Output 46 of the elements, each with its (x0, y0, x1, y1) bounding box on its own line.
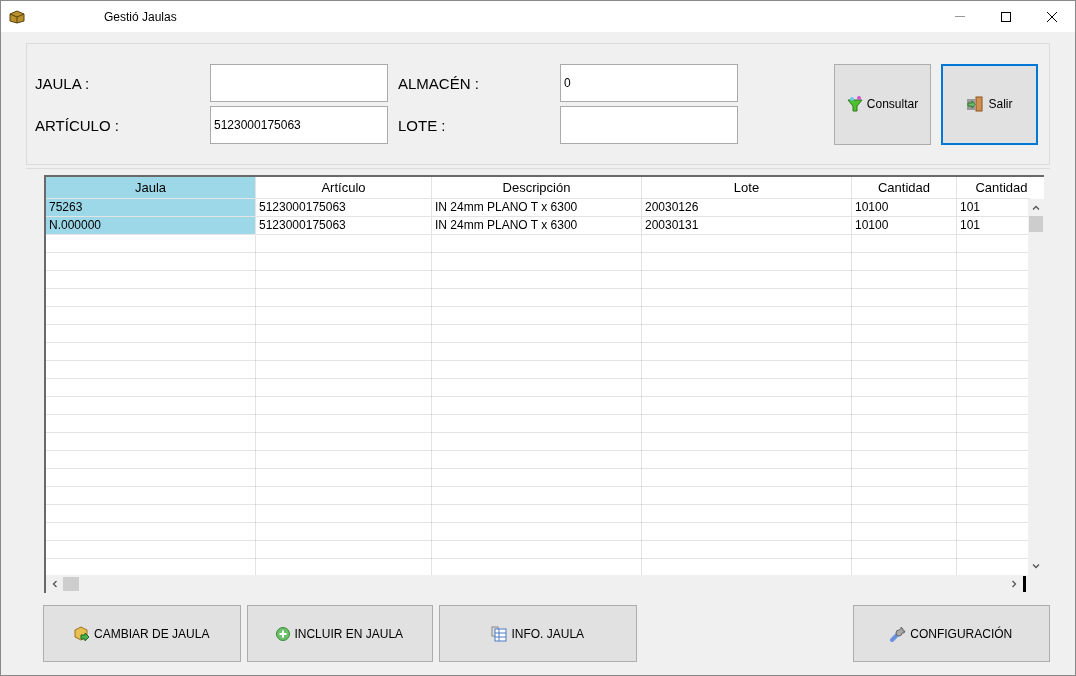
box-icon (9, 9, 25, 24)
scroll-left-icon[interactable] (52, 580, 57, 588)
scroll-right-icon[interactable] (1012, 580, 1017, 588)
wrench-icon (890, 625, 907, 642)
action-button[interactable]: INCLUIR EN JAULA (246, 605, 433, 662)
input-field[interactable] (210, 64, 388, 102)
action-button[interactable]: CAMBIAR DE JAULA (43, 605, 241, 662)
field-label: ARTÍCULO : (35, 116, 120, 134)
window-title: Gestió Jaulas (104, 9, 177, 24)
input-field[interactable]: 0 (560, 64, 738, 102)
table-cell: 10100 (852, 217, 957, 235)
maximize-icon[interactable] (1001, 11, 1011, 22)
column-header[interactable]: Jaula (46, 177, 256, 199)
scroll-up-icon[interactable] (1032, 205, 1040, 210)
table-cell: IN 24mm PLANO T x 6300 (432, 199, 642, 217)
field-label: ALMACÉN : (397, 74, 480, 92)
scroll-thumb[interactable] (63, 577, 79, 591)
action-button[interactable]: Salir (941, 63, 1038, 145)
field-label: JAULA : (35, 74, 91, 92)
table-cell: 10100 (852, 199, 957, 217)
input-field[interactable] (560, 106, 738, 144)
input-field[interactable]: 5123000175063 (210, 106, 388, 144)
table-cell: N.000000 (46, 217, 256, 235)
text-cursor (1023, 576, 1026, 592)
document-table-icon (491, 625, 508, 642)
plus-circle-icon (276, 626, 291, 641)
box-arrow-icon (74, 625, 91, 642)
action-button[interactable]: INFO. JAULA (439, 605, 637, 662)
funnel-icon (846, 96, 863, 112)
close-icon[interactable] (1047, 11, 1057, 22)
scroll-thumb[interactable] (1029, 216, 1043, 232)
column-header[interactable]: Artículo (256, 177, 432, 199)
column-header[interactable]: Cantidad (852, 177, 957, 199)
table-cell: IN 24mm PLANO T x 6300 (432, 217, 642, 235)
table-cell: 75263 (46, 199, 256, 217)
door-exit-icon (966, 96, 985, 112)
action-button[interactable]: Consultar (834, 63, 931, 145)
column-header[interactable]: Lote (642, 177, 852, 199)
table-cell: 5123000175063 (256, 217, 432, 235)
action-button[interactable]: CONFIGURACIÓN (852, 605, 1050, 662)
table-cell: 20030131 (642, 217, 852, 235)
column-header[interactable]: Descripción (432, 177, 642, 199)
table-cell: 20030126 (642, 199, 852, 217)
field-label: LOTE : (397, 116, 447, 134)
scroll-down-icon[interactable] (1032, 564, 1040, 569)
table-cell: 5123000175063 (256, 199, 432, 217)
